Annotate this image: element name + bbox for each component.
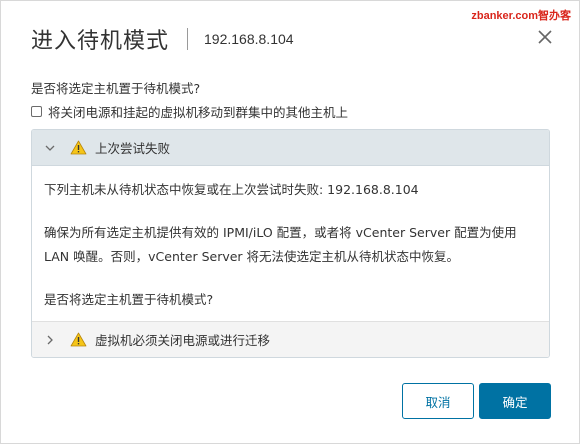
ipmi-advice-line2: LAN 唤醒。否则，vCenter Server 将无法使选定主机从待机状态中恢… — [44, 249, 460, 264]
dialog-subtitle: 192.168.8.104 — [204, 31, 294, 47]
section-header-vms-must-power-off[interactable]: 虚拟机必须关闭电源或进行迁移 — [32, 321, 549, 357]
section-title: 上次尝试失败 — [95, 141, 171, 156]
failed-hosts-text: 下列主机未从待机状态中恢复或在上次尝试时失败: 192.168.8.104 — [44, 182, 419, 197]
dialog-title: 进入待机模式 — [31, 29, 170, 54]
standby-question: 是否将选定主机置于待机模式? — [31, 81, 201, 96]
chevron-down-icon — [45, 145, 55, 151]
dialog-footer: 取消 确定 — [402, 383, 551, 419]
warning-icon — [70, 332, 87, 347]
section-body-last-attempt-failed: 下列主机未从待机状态中恢复或在上次尝试时失败: 192.168.8.104 确保… — [32, 166, 549, 321]
warnings-panel: 上次尝试失败 下列主机未从待机状态中恢复或在上次尝试时失败: 192.168.8… — [31, 129, 550, 358]
ok-button[interactable]: 确定 — [479, 383, 551, 419]
section-header-last-attempt-failed[interactable]: 上次尝试失败 — [32, 130, 549, 166]
section-title: 虚拟机必须关闭电源或进行迁移 — [95, 333, 271, 348]
cancel-button[interactable]: 取消 — [402, 383, 474, 419]
chevron-right-icon — [47, 335, 53, 344]
warning-icon — [70, 140, 87, 155]
watermark: zbanker.com智办客 — [471, 10, 571, 22]
standby-mode-dialog: zbanker.com智办客 进入待机模式 192.168.8.104 是否将选… — [0, 0, 580, 444]
move-vms-checkbox[interactable] — [31, 106, 42, 117]
dialog-header: 进入待机模式 192.168.8.104 — [31, 21, 294, 57]
title-divider — [187, 28, 189, 50]
ipmi-advice-line1: 确保为所有选定主机提供有效的 IPMI/iLO 配置，或者将 vCenter S… — [44, 225, 517, 240]
confirm-question: 是否将选定主机置于待机模式? — [44, 292, 214, 307]
close-icon — [538, 30, 552, 44]
move-vms-checkbox-label[interactable]: 将关闭电源和挂起的虚拟机移动到群集中的其他主机上 — [48, 102, 348, 121]
close-button[interactable] — [535, 27, 555, 47]
move-vms-option: 将关闭电源和挂起的虚拟机移动到群集中的其他主机上 — [31, 102, 348, 121]
